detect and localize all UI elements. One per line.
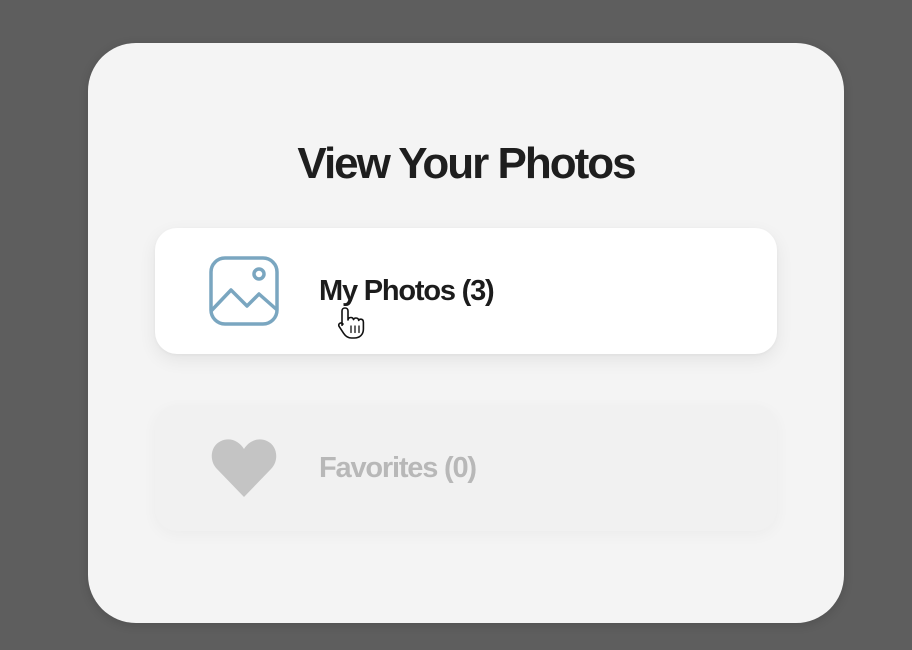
- favorites-label: Favorites (0): [319, 452, 477, 484]
- dialog-title: View Your Photos: [297, 139, 636, 188]
- photos-dialog: View Your Photos My Photos (3) Favorites…: [88, 43, 844, 623]
- favorites-button[interactable]: Favorites (0): [155, 405, 777, 531]
- screen-background: View Your Photos My Photos (3) Favorites…: [0, 0, 912, 650]
- my-photos-button[interactable]: My Photos (3): [155, 228, 777, 354]
- my-photos-label: My Photos (3): [319, 275, 495, 307]
- image-icon: [209, 256, 279, 326]
- heart-icon: [211, 439, 277, 497]
